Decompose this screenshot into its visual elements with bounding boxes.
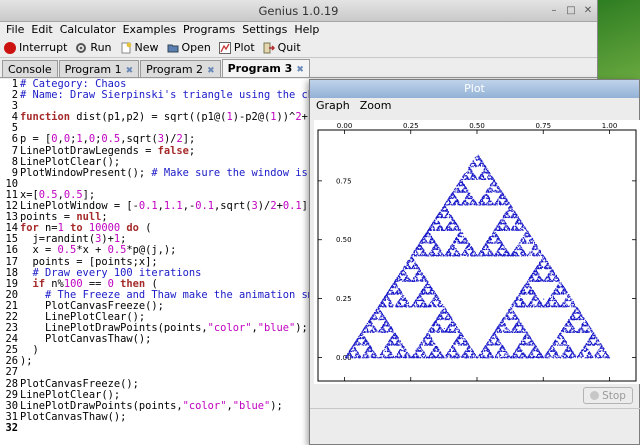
code-text: PlotCanvasThaw(); — [20, 410, 127, 423]
open-label: Open — [181, 41, 211, 54]
plot-menubar: Graph Zoom — [310, 98, 639, 114]
titlebar: Genius 1.0.19 – □ ✕ — [0, 0, 597, 22]
y-tick-label: 0.50 — [336, 236, 352, 244]
tab-program-2[interactable]: Program 2 ✖ — [140, 60, 221, 77]
line-number: 28 — [5, 377, 18, 390]
x-tick-label-top: 0.25 — [403, 122, 419, 130]
menu-calculator[interactable]: Calculator — [58, 22, 121, 38]
stop-label: Stop — [602, 389, 626, 402]
x-tick-label-top: 0.50 — [469, 122, 485, 130]
tab-label: Program 3 — [227, 62, 293, 75]
line-number: 17 — [5, 255, 18, 268]
stop-icon — [590, 391, 600, 400]
menu-file[interactable]: File — [4, 22, 29, 38]
code-text: ); — [20, 355, 33, 368]
quit-label: Quit — [277, 41, 301, 54]
tab-label: Program 1 — [64, 63, 122, 76]
x-tick-label-top: 0.75 — [535, 122, 551, 130]
tab-bar: Console Program 1 ✖ Program 2 ✖ Program 3 ✖ — [0, 59, 597, 78]
tab-close-icon[interactable]: ✖ — [296, 65, 304, 75]
new-button[interactable]: New — [120, 41, 159, 54]
line-number: 7 — [11, 144, 18, 157]
menubar: File Edit Calculator Examples Programs Settin… — [0, 22, 597, 38]
tab-label: Console — [8, 63, 52, 76]
menu-help[interactable]: Help — [292, 22, 324, 38]
plot-button[interactable]: Plot — [218, 41, 255, 54]
run-gears-icon — [75, 42, 87, 54]
quit-button[interactable]: Quit — [263, 41, 301, 54]
tab-console[interactable]: Console — [2, 60, 58, 77]
open-folder-icon — [167, 42, 179, 54]
menu-edit[interactable]: Edit — [29, 22, 57, 38]
plot-canvas[interactable]: 0.000.000.250.250.500.500.750.751.001.00… — [314, 120, 640, 393]
interrupt-label: Interrupt — [19, 41, 68, 54]
toolbar: Interrupt Run New Open Plot Quit — [0, 38, 597, 58]
line-number: 16 — [5, 244, 18, 257]
y-tick-label: 0.00 — [336, 354, 352, 362]
interrupt-button[interactable]: Interrupt — [4, 41, 67, 54]
y-tick-label: 0.75 — [336, 177, 352, 185]
stop-circle-icon — [4, 41, 16, 54]
tab-close-icon[interactable]: ✖ — [207, 66, 215, 76]
line-number: 6 — [11, 133, 18, 146]
quit-door-icon — [263, 42, 275, 54]
line-number: 32 — [5, 421, 18, 434]
plot-menu-graph[interactable]: Graph — [316, 98, 350, 114]
tab-close-icon[interactable]: ✖ — [126, 66, 134, 76]
menu-examples[interactable]: Examples — [121, 22, 181, 38]
tab-program-3[interactable]: Program 3 ✖ — [221, 59, 310, 77]
close-icon[interactable]: ✕ — [582, 5, 594, 17]
menu-settings[interactable]: Settings — [240, 22, 292, 38]
new-label: New — [134, 41, 159, 54]
maximize-icon[interactable]: □ — [565, 5, 577, 17]
plot-divider — [310, 408, 640, 409]
plot-graph-icon — [218, 41, 231, 54]
plot-window-title: Plot — [310, 80, 639, 98]
new-file-icon — [120, 42, 132, 54]
tab-program-1[interactable]: Program 1 ✖ — [58, 60, 140, 77]
run-label: Run — [90, 41, 112, 54]
tab-label: Program 2 — [146, 63, 204, 76]
minimize-icon[interactable]: – — [548, 5, 560, 17]
plot-label: Plot — [233, 41, 255, 54]
code-text: PlotCanvasThaw(); — [20, 333, 152, 346]
x-tick-label-top: 1.00 — [602, 122, 618, 130]
plot-menu-zoom[interactable]: Zoom — [360, 98, 392, 114]
x-tick-label-top: 0.00 — [337, 122, 353, 130]
stop-button[interactable]: Stop — [583, 387, 633, 404]
menu-programs[interactable]: Programs — [181, 22, 240, 38]
sierpinski-plot: 0.000.000.250.250.500.500.750.751.001.00… — [317, 122, 637, 393]
y-tick-label: 0.25 — [336, 295, 352, 303]
line-number: 27 — [5, 366, 18, 379]
window-title: Genius 1.0.19 — [258, 4, 339, 18]
open-button[interactable]: Open — [167, 41, 211, 54]
run-button[interactable]: Run — [75, 41, 112, 54]
plot-window: Plot Graph Zoom 0.00 0.00 0.25 0.25 0.50 0.50… — [309, 79, 640, 445]
code-text: PlotWindowPresent(); # Make sure the win… — [20, 166, 352, 179]
